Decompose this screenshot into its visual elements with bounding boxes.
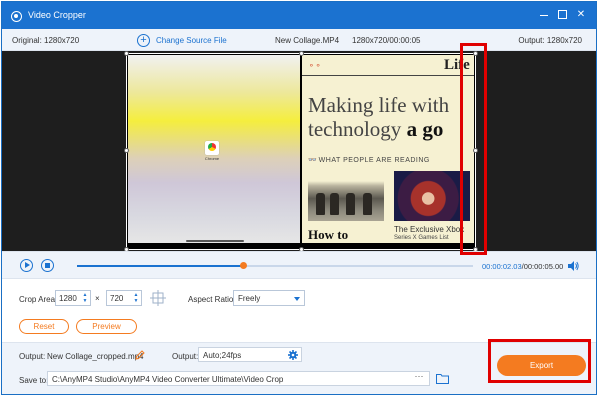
title-bar: Video Cropper ✕ [2, 2, 596, 29]
source-file-info: 1280x720/00:00:05 [352, 36, 421, 45]
crop-width-value: 1280 [59, 294, 77, 303]
pencil-icon[interactable] [135, 350, 145, 360]
play-icon[interactable] [20, 259, 33, 272]
chrome-label: Chrome [204, 156, 220, 161]
volume-icon[interactable] [568, 261, 579, 271]
aspect-ratio-select[interactable]: Freely [233, 290, 305, 306]
aspect-ratio-label: Aspect Ratio: [188, 295, 236, 304]
timeline-thumb[interactable] [240, 262, 248, 269]
stepper-arrows-icon[interactable]: ▲ ▼ [133, 292, 139, 304]
times-sign: × [95, 294, 100, 303]
maximize-icon[interactable] [558, 10, 567, 19]
crop-area-label: Crop Area: [19, 295, 58, 304]
crop-handle-top-left[interactable] [124, 51, 129, 56]
aspect-ratio-value: Freely [238, 294, 261, 303]
preview-button[interactable]: Preview [76, 319, 137, 334]
change-source-button[interactable]: + Change Source File [137, 33, 227, 47]
glasses-icon: 👓 [308, 157, 317, 164]
change-source-label: Change Source File [156, 35, 227, 45]
crop-settings: Crop Area: 1280 ▲ ▼ × 720 ▲ ▼ Aspect Ratio… [2, 279, 596, 342]
video-frame: Chrome ⚬⚬ Life Making life with technolo… [126, 53, 476, 250]
minimize-icon[interactable] [539, 10, 549, 20]
highlight-crop-edge [460, 43, 487, 255]
total-time: /00:00:05.00 [521, 262, 564, 271]
highlight-export-button [488, 339, 591, 383]
headline-normal: technology [308, 117, 407, 141]
video-cropper-window: Video Cropper ✕ Original: 1280x720 + Cha… [1, 1, 597, 395]
chevron-down-icon [294, 297, 300, 301]
left-video-pane: Chrome [128, 55, 300, 243]
save-path-value: C:\AnyMP4 Studio\AnyMP4 Video Converter … [52, 375, 284, 384]
chrome-app-icon [205, 141, 219, 155]
time-readout: 00:00:02.03/00:00:05.00 [482, 262, 563, 271]
original-resolution: Original: 1280x720 [12, 36, 80, 45]
menu-icon: ⚬⚬ [308, 61, 322, 70]
folder-icon[interactable] [436, 373, 449, 384]
output-name-label: Output: [19, 352, 46, 361]
output-format-label: Output: [172, 352, 199, 361]
crop-height-stepper[interactable]: 720 ▲ ▼ [106, 290, 142, 306]
playback-bar: 00:00:02.03/00:00:05.00 [2, 251, 596, 279]
output-format-value: Auto;24fps [203, 351, 242, 360]
crop-height-value: 720 [110, 294, 124, 303]
reading-tag-text: WHAT PEOPLE ARE READING [318, 157, 430, 164]
right-video-pane: ⚬⚬ Life Making life with technology a go… [302, 55, 474, 243]
timeline-track[interactable] [77, 262, 473, 269]
output-file-name: New Collage_cropped.mp4 [47, 352, 144, 361]
horses-image [308, 171, 384, 221]
window-title: Video Cropper [28, 10, 86, 20]
article-title-how-to: How to [308, 227, 349, 242]
video-preview[interactable]: Chrome ⚬⚬ Life Making life with technolo… [2, 51, 596, 252]
stepper-arrows-icon[interactable]: ▲ ▼ [82, 292, 88, 304]
headline-line-1: Making life with [308, 93, 450, 117]
save-to-label: Save to: [19, 376, 49, 385]
article-title-xbox-1: The Exclusive Xbox [394, 225, 465, 234]
article-title-xbox-2: Series X Games List [394, 235, 449, 241]
headline-bold: a go [406, 117, 444, 141]
reset-button[interactable]: Reset [19, 319, 69, 334]
person-image [394, 171, 470, 221]
info-bar: Original: 1280x720 + Change Source File … [2, 29, 596, 51]
headline-line-2: technology a go [308, 117, 443, 142]
source-file-name: New Collage.MP4 [275, 36, 340, 45]
crop-width-stepper[interactable]: 1280 ▲ ▼ [55, 290, 91, 306]
close-icon[interactable]: ✕ [576, 10, 586, 20]
header-rule [302, 75, 474, 76]
crop-handle-left[interactable] [124, 148, 129, 153]
output-format-field[interactable]: Auto;24fps [198, 347, 302, 362]
plus-circle-icon: + [137, 33, 150, 47]
stop-icon[interactable] [41, 259, 54, 272]
reading-tag: 👓 WHAT PEOPLE ARE READING [308, 156, 430, 164]
save-path-field[interactable]: C:\AnyMP4 Studio\AnyMP4 Video Converter … [47, 371, 430, 386]
browse-dots-button[interactable]: ··· [408, 371, 430, 386]
crop-handle-top[interactable] [299, 51, 304, 56]
home-bar [186, 240, 244, 242]
current-time: 00:00:02.03 [482, 262, 522, 271]
gear-icon[interactable] [288, 350, 298, 360]
output-resolution: Output: 1280x720 [518, 36, 582, 45]
center-crop-icon[interactable] [150, 290, 166, 306]
timeline-progress [77, 265, 244, 267]
app-logo-icon [11, 11, 22, 22]
